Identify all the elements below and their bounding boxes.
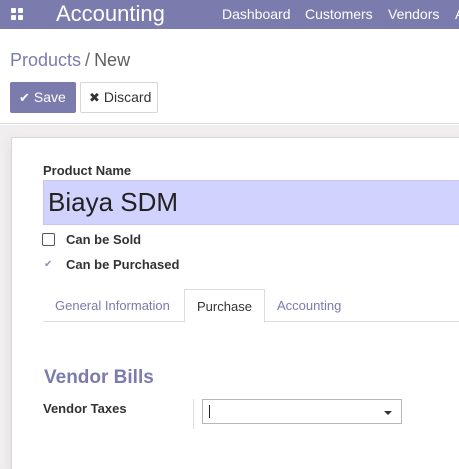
- save-button[interactable]: ✔ Save: [10, 82, 76, 113]
- top-navbar: Accounting Dashboard Customers Vendors A: [0, 0, 459, 29]
- can-be-sold-label: Can be Sold: [66, 232, 142, 247]
- app-title[interactable]: Accounting: [56, 1, 165, 27]
- menu-accounting-truncated[interactable]: A: [455, 6, 459, 22]
- discard-button[interactable]: ✖ Discard: [80, 82, 158, 113]
- check-icon: ✔: [19, 90, 30, 105]
- menu-customers[interactable]: Customers: [305, 6, 373, 22]
- save-label: Save: [33, 89, 66, 105]
- breadcrumb: Products / New: [10, 50, 130, 70]
- close-icon: ✖: [89, 90, 100, 105]
- menu-dashboard[interactable]: Dashboard: [222, 6, 291, 22]
- discard-label: Discard: [103, 89, 152, 105]
- breadcrumb-products-link[interactable]: Products: [10, 50, 81, 70]
- field-divider: [193, 399, 194, 429]
- form-tabs: General Information Purchase Accounting: [43, 289, 459, 323]
- can-be-sold-checkbox[interactable]: [42, 233, 55, 246]
- tab-purchase[interactable]: Purchase: [184, 289, 265, 323]
- product-name-label: Product Name: [43, 163, 132, 178]
- can-be-purchased-label: Can be Purchased: [66, 257, 180, 272]
- tab-accounting[interactable]: Accounting: [265, 289, 353, 322]
- breadcrumb-separator: /: [85, 50, 91, 70]
- product-name-input[interactable]: Biaya SDM: [43, 180, 459, 225]
- tab-general-information[interactable]: General Information: [43, 289, 182, 322]
- text-cursor: [209, 405, 210, 418]
- chevron-down-icon[interactable]: [384, 411, 392, 415]
- breadcrumb-current: New: [94, 50, 131, 70]
- vendor-taxes-label: Vendor Taxes: [43, 401, 127, 416]
- menu-vendors[interactable]: Vendors: [388, 6, 439, 22]
- vendor-taxes-select[interactable]: [202, 399, 402, 424]
- grid-icon[interactable]: [11, 8, 23, 20]
- control-panel: Products / New ✔ Save ✖ Discard: [0, 29, 459, 124]
- vendor-bills-heading: Vendor Bills: [44, 367, 154, 388]
- can-be-purchased-checkbox[interactable]: [42, 257, 55, 273]
